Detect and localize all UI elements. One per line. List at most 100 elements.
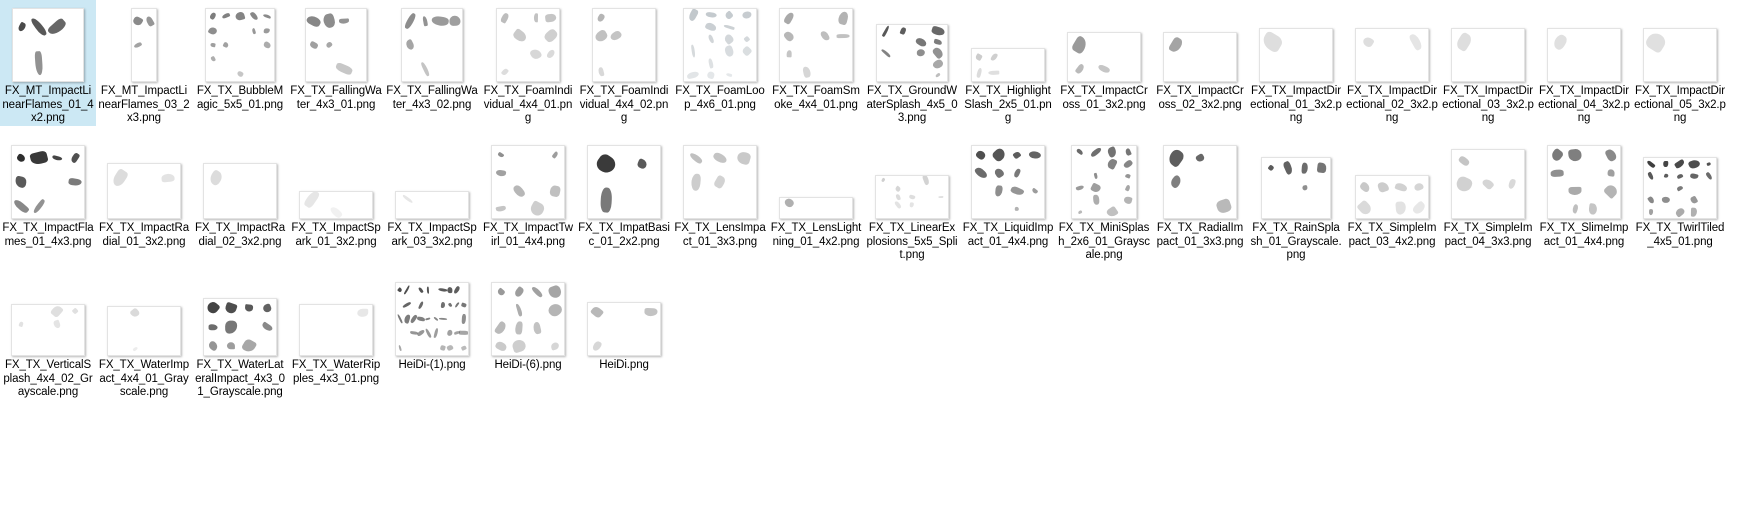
- file-item[interactable]: FX_TX_FoamLoop_4x6_01.png: [672, 0, 768, 112]
- file-thumbnail: [1643, 28, 1717, 82]
- file-thumbnail: [683, 8, 757, 82]
- file-item[interactable]: FX_TX_ImpatBasic_01_2x2.png: [576, 137, 672, 249]
- file-item[interactable]: FX_TX_ImpactCross_02_3x2.png: [1152, 0, 1248, 112]
- file-item[interactable]: HeiDi-(6).png: [480, 274, 576, 373]
- file-item[interactable]: FX_TX_WaterImpact_4x4_01_Grayscale.png: [96, 274, 192, 400]
- file-grid[interactable]: FX_MT_ImpactLinearFlames_01_4x2.png FX_MT…: [0, 0, 1738, 517]
- file-thumbnail-wrapper: [484, 141, 572, 219]
- file-thumbnail: [779, 8, 853, 82]
- file-item[interactable]: FX_TX_ImpactCross_01_3x2.png: [1056, 0, 1152, 112]
- file-thumbnail-wrapper: [196, 278, 284, 356]
- file-item[interactable]: FX_TX_ImpactDirectional_01_3x2.png: [1248, 0, 1344, 126]
- file-thumbnail: [395, 282, 469, 356]
- file-thumbnail-wrapper: [772, 141, 860, 219]
- file-item[interactable]: FX_TX_WaterLateralImpact_4x3_01_Grayscal…: [192, 274, 288, 400]
- file-item[interactable]: FX_TX_FoamIndividual_4x4_01.png: [480, 0, 576, 126]
- file-item[interactable]: FX_TX_ImpactRadial_01_3x2.png: [96, 137, 192, 249]
- file-name-label: FX_TX_BubbleMagic_5x5_01.png: [196, 85, 284, 111]
- file-thumbnail-wrapper: [1252, 141, 1340, 219]
- file-name-label: FX_TX_WaterLateralImpact_4x3_01_Grayscal…: [195, 359, 285, 398]
- file-item[interactable]: FX_TX_ImpactFlames_01_4x3.png: [0, 137, 96, 249]
- file-item[interactable]: FX_TX_SlimeImpact_01_4x4.png: [1536, 137, 1632, 249]
- file-name-label: FX_TX_LensImpact_01_3x3.png: [674, 222, 766, 248]
- file-name-label: FX_TX_MiniSplash_2x6_01_Grayscale.png: [1058, 222, 1150, 261]
- file-thumbnail-wrapper: [196, 141, 284, 219]
- file-thumbnail: [779, 197, 853, 219]
- file-name-label: FX_TX_VerticalSplash_4x4_02_Grayscale.pn…: [3, 359, 93, 398]
- file-thumbnail-wrapper: [1060, 141, 1148, 219]
- file-thumbnail-wrapper: [1252, 4, 1340, 82]
- file-thumbnail: [587, 145, 661, 219]
- file-thumbnail-wrapper: [1348, 141, 1436, 219]
- file-thumbnail: [107, 163, 181, 219]
- file-item[interactable]: FX_TX_ImpactRadial_02_3x2.png: [192, 137, 288, 249]
- file-item[interactable]: FX_TX_RainSplash_01_Grayscale.png: [1248, 137, 1344, 263]
- file-item[interactable]: FX_TX_ImpactDirectional_05_3x2.png: [1632, 0, 1728, 126]
- file-item[interactable]: FX_TX_HighlightSlash_2x5_01.png: [960, 0, 1056, 126]
- file-thumbnail: [131, 8, 157, 82]
- file-item[interactable]: FX_TX_ImpactDirectional_03_3x2.png: [1440, 0, 1536, 126]
- file-thumbnail: [971, 145, 1045, 219]
- file-item[interactable]: FX_TX_LensImpact_01_3x3.png: [672, 137, 768, 249]
- file-item[interactable]: FX_TX_ImpactSpark_01_3x2.png: [288, 137, 384, 249]
- file-name-label: FX_TX_RainSplash_01_Grayscale.png: [1250, 222, 1342, 261]
- file-thumbnail: [1547, 145, 1621, 219]
- file-item[interactable]: FX_TX_WaterRipples_4x3_01.png: [288, 274, 384, 386]
- file-name-label: FX_TX_WaterRipples_4x3_01.png: [291, 359, 381, 385]
- file-item[interactable]: FX_TX_FallingWater_4x3_02.png: [384, 0, 480, 112]
- file-thumbnail-wrapper: [1348, 4, 1436, 82]
- file-item[interactable]: FX_TX_BubbleMagic_5x5_01.png: [192, 0, 288, 112]
- file-name-label: FX_TX_ImpactCross_02_3x2.png: [1156, 85, 1244, 111]
- file-thumbnail: [683, 145, 757, 219]
- file-name-label: FX_TX_FoamIndividual_4x4_01.png: [483, 85, 573, 124]
- file-item[interactable]: FX_TX_ImpactDirectional_04_3x2.png: [1536, 0, 1632, 126]
- file-item[interactable]: FX_TX_FoamSmoke_4x4_01.png: [768, 0, 864, 112]
- file-item[interactable]: FX_MT_ImpactLinearFlames_01_4x2.png: [0, 0, 96, 126]
- file-thumbnail-wrapper: [292, 4, 380, 82]
- file-name-label: FX_TX_WaterImpact_4x4_01_Grayscale.png: [98, 359, 190, 398]
- file-thumbnail: [395, 191, 469, 219]
- file-name-label: FX_TX_ImpactDirectional_05_3x2.png: [1634, 85, 1726, 124]
- file-name-label: FX_TX_ImpactFlames_01_4x3.png: [2, 222, 94, 248]
- file-name-label: FX_TX_SimpleImpact_04_3x3.png: [1443, 222, 1533, 248]
- file-thumbnail-wrapper: [772, 4, 860, 82]
- file-item[interactable]: FX_TX_MiniSplash_2x6_01_Grayscale.png: [1056, 137, 1152, 263]
- file-item[interactable]: FX_TX_LiquidImpact_01_4x4.png: [960, 137, 1056, 249]
- file-thumbnail-wrapper: [292, 278, 380, 356]
- file-thumbnail: [491, 145, 565, 219]
- file-item[interactable]: FX_TX_GroundWaterSplash_4x5_03.png: [864, 0, 960, 126]
- file-row: FX_TX_VerticalSplash_4x4_02_Grayscale.pn…: [0, 274, 1738, 411]
- file-item[interactable]: FX_TX_FoamIndividual_4x4_02.png: [576, 0, 672, 126]
- file-thumbnail-wrapper: [1156, 141, 1244, 219]
- file-item[interactable]: HeiDi-(1).png: [384, 274, 480, 373]
- file-thumbnail-wrapper: [388, 4, 476, 82]
- file-thumbnail: [1355, 28, 1429, 82]
- file-thumbnail-wrapper: [580, 4, 668, 82]
- file-name-label: FX_TX_SlimeImpact_01_4x4.png: [1539, 222, 1629, 248]
- file-thumbnail-wrapper: [4, 141, 92, 219]
- file-item[interactable]: HeiDi.png: [576, 274, 672, 373]
- file-thumbnail: [107, 306, 181, 356]
- file-thumbnail: [1451, 28, 1525, 82]
- file-thumbnail-wrapper: [100, 141, 188, 219]
- file-name-label: FX_TX_ImpactRadial_02_3x2.png: [195, 222, 285, 248]
- file-item[interactable]: FX_TX_LinearExplosions_5x5_Split.png: [864, 137, 960, 263]
- file-item[interactable]: FX_TX_ImpactSpark_03_3x2.png: [384, 137, 480, 249]
- file-thumbnail: [1067, 32, 1141, 82]
- file-item[interactable]: FX_TX_SimpleImpact_04_3x3.png: [1440, 137, 1536, 249]
- file-thumbnail: [1259, 28, 1333, 82]
- file-item[interactable]: FX_TX_VerticalSplash_4x4_02_Grayscale.pn…: [0, 274, 96, 400]
- file-item[interactable]: FX_TX_SimpleImpact_03_4x2.png: [1344, 137, 1440, 249]
- file-thumbnail: [299, 304, 373, 356]
- file-name-label: FX_TX_FoamIndividual_4x4_02.png: [579, 85, 669, 124]
- file-item[interactable]: FX_TX_RadialImpact_01_3x3.png: [1152, 137, 1248, 249]
- file-thumbnail-wrapper: [1636, 141, 1724, 219]
- file-item[interactable]: FX_MT_ImpactLinearFlames_03_2x3.png: [96, 0, 192, 126]
- file-thumbnail-wrapper: [676, 141, 764, 219]
- file-item[interactable]: FX_TX_FallingWater_4x3_01.png: [288, 0, 384, 112]
- file-item[interactable]: FX_TX_ImpactTwirl_01_4x4.png: [480, 137, 576, 249]
- file-item[interactable]: FX_TX_LensLightning_01_4x2.png: [768, 137, 864, 249]
- file-item[interactable]: FX_TX_ImpactDirectional_02_3x2.png: [1344, 0, 1440, 126]
- file-thumbnail-wrapper: [388, 141, 476, 219]
- file-item[interactable]: FX_TX_TwirlTiled_4x5_01.png: [1632, 137, 1728, 249]
